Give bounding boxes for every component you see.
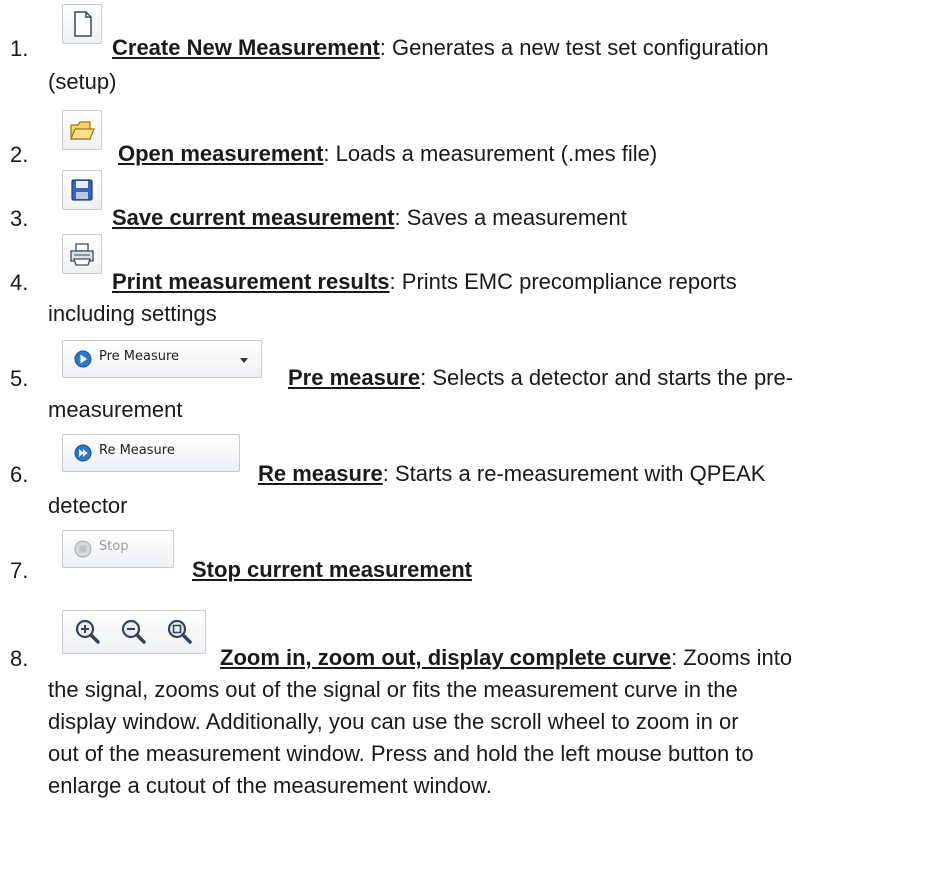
zoom-in-icon[interactable]: [73, 617, 103, 647]
play-circle-icon: [74, 350, 92, 368]
item-description: : Loads a measurement (.mes file): [323, 141, 658, 166]
stop-button[interactable]: Stop: [62, 530, 174, 568]
item-number: 6.: [10, 462, 29, 487]
item-title: Pre measure: [288, 365, 421, 390]
item-description-continued: (setup): [48, 69, 117, 94]
zoom-fit-icon[interactable]: [165, 617, 195, 647]
item-number: 1.: [10, 36, 29, 61]
item-description: : Starts a re-measurement with QPEAK: [382, 461, 766, 486]
item-title: Re measure: [258, 461, 383, 486]
item-title: Zoom in, zoom out, display complete curv…: [220, 645, 672, 670]
item-description-continued: including settings: [48, 301, 217, 326]
item-number: 5.: [10, 366, 29, 391]
stop-circle-icon: [74, 540, 92, 558]
item-description: : Prints EMC precompliance reports: [389, 269, 737, 294]
item-title: Print measurement results: [112, 269, 390, 294]
item-title: Stop current measurement: [192, 557, 472, 582]
item-description-continued: enlarge a cutout of the measurement wind…: [48, 773, 492, 798]
item-description: : Saves a measurement: [394, 205, 627, 230]
floppy-disk-icon[interactable]: [62, 170, 102, 210]
item-number: 2.: [10, 142, 29, 167]
stop-button-label: Stop: [99, 539, 129, 554]
item-description: : Zooms into: [671, 645, 793, 670]
open-folder-icon[interactable]: [62, 110, 102, 150]
item-number: 7.: [10, 558, 29, 583]
new-document-icon[interactable]: [62, 4, 102, 44]
pre-measure-button[interactable]: Pre Measure: [62, 340, 262, 378]
item-number: 4.: [10, 270, 29, 295]
item-description-continued: detector: [48, 493, 128, 518]
replay-circle-icon: [74, 444, 92, 462]
item-description: : Generates a new test set configuration: [379, 35, 769, 60]
printer-icon[interactable]: [62, 234, 102, 274]
zoom-out-icon[interactable]: [119, 617, 149, 647]
item-description-continued: display window. Additionally, you can us…: [48, 709, 739, 734]
pre-measure-button-label: Pre Measure: [99, 349, 180, 364]
item-title: Create New Measurement: [112, 35, 380, 60]
item-number: 8.: [10, 646, 29, 671]
item-description: : Selects a detector and starts the pre-: [420, 365, 794, 390]
item-title: Open measurement: [118, 141, 324, 166]
zoom-toolbar: [62, 610, 206, 654]
re-measure-button-label: Re Measure: [99, 443, 175, 458]
item-number: 3.: [10, 206, 29, 231]
item-description-continued: measurement: [48, 397, 183, 422]
item-description-continued: out of the measurement window. Press and…: [48, 741, 754, 766]
item-title: Save current measurement: [112, 205, 395, 230]
item-description-continued: the signal, zooms out of the signal or f…: [48, 677, 738, 702]
re-measure-button[interactable]: Re Measure: [62, 434, 240, 472]
dropdown-arrow-icon: [240, 358, 248, 363]
